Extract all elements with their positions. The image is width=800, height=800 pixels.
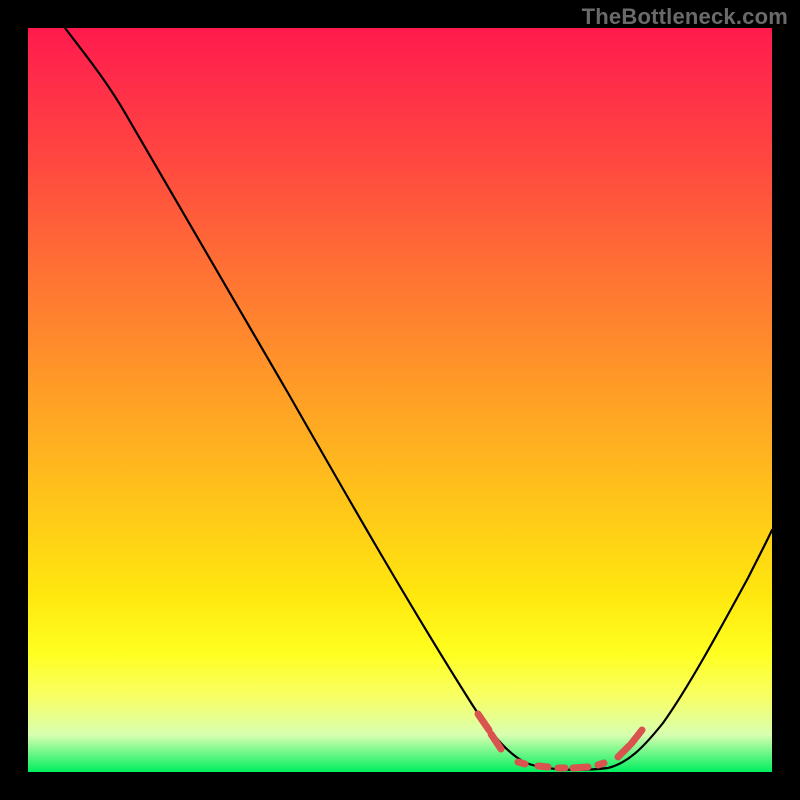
accent-dot	[598, 763, 604, 765]
optimal-range-markers	[478, 714, 642, 768]
accent-dash	[491, 734, 501, 749]
accent-dash	[538, 766, 548, 767]
accent-dash	[618, 746, 629, 757]
accent-dot	[518, 762, 525, 764]
bottleneck-curve	[65, 28, 772, 770]
plot-area	[28, 28, 772, 772]
chart-container: TheBottleneck.com	[0, 0, 800, 800]
accent-dash	[573, 767, 588, 768]
accent-dash	[478, 714, 489, 730]
curve-svg	[28, 28, 772, 772]
watermark: TheBottleneck.com	[582, 4, 788, 30]
accent-dash	[631, 730, 642, 744]
